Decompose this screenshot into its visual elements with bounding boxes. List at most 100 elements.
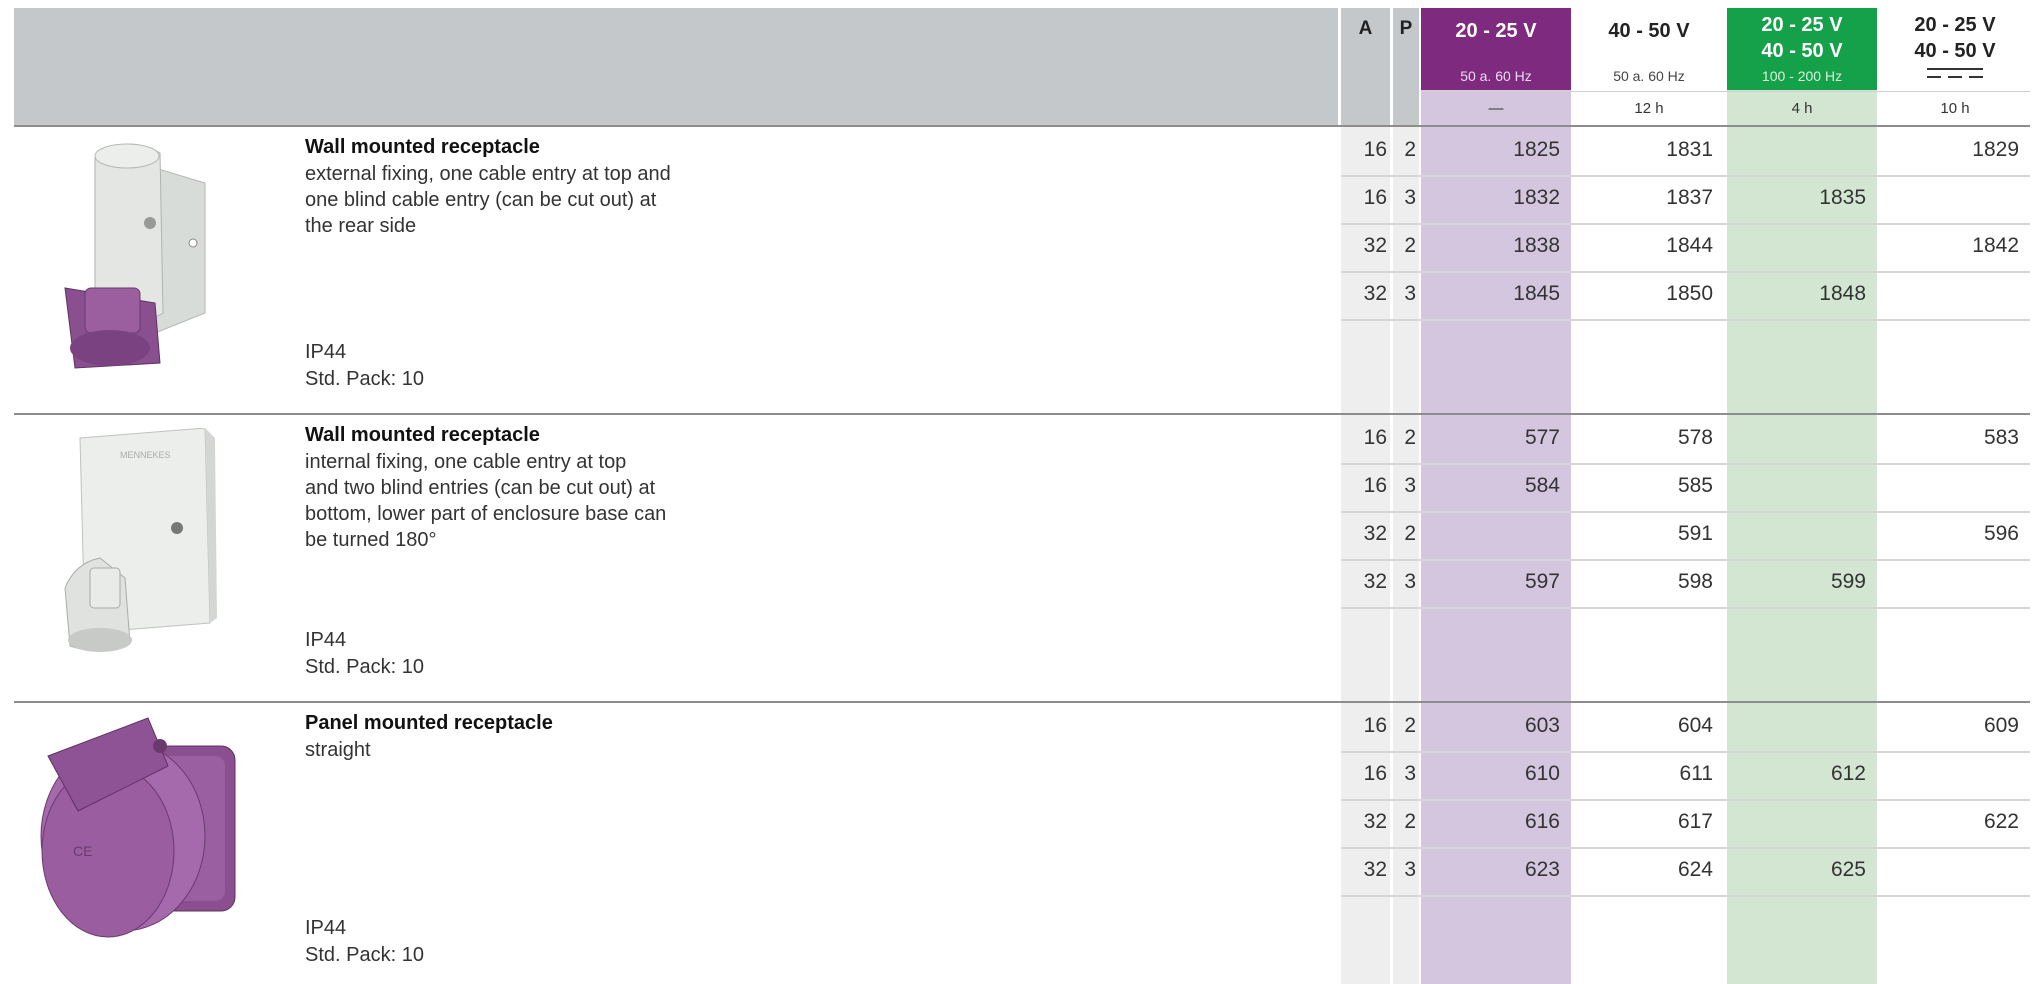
column-header-4: 20 - 25 V 40 - 50 V <box>1880 8 2030 90</box>
cell-p: 3 <box>1404 858 1416 881</box>
cell-value: 1831 <box>1666 138 1713 161</box>
header-divider <box>14 125 2030 127</box>
cell-p: 2 <box>1404 522 1416 545</box>
cell-a: 16 <box>1363 426 1387 449</box>
cell-a: 32 <box>1363 858 1387 881</box>
product-divider <box>14 413 2030 415</box>
cell-value: 1842 <box>1972 234 2019 257</box>
row-divider <box>1341 319 2030 321</box>
cell-p: 3 <box>1404 282 1416 305</box>
cell-value: 598 <box>1677 570 1713 593</box>
cell-a: 16 <box>1363 714 1387 737</box>
column-header-3-voltage-2: 40 - 50 V <box>1761 40 1843 62</box>
cell-value: 624 <box>1677 858 1713 881</box>
column-header-4-voltage-1: 20 - 25 V <box>1914 14 1996 36</box>
description-line: external fixing, one cable entry at top … <box>305 163 671 185</box>
panel-receptacle-icon: CE <box>40 717 236 938</box>
cell-value: 622 <box>1983 810 2019 833</box>
cell-p: 2 <box>1404 810 1416 833</box>
ip-rating: IP44 <box>305 629 347 651</box>
cell-value: 610 <box>1524 762 1560 785</box>
product-footer: IP44 Std. Pack: 10 <box>305 339 424 393</box>
cell-value: 611 <box>1679 762 1713 785</box>
std-pack: Std. Pack: 10 <box>305 368 424 390</box>
cell-value: 1832 <box>1513 186 1560 209</box>
cell-value: 612 <box>1830 762 1866 785</box>
product-title: Wall mounted receptacle <box>305 136 540 158</box>
duration-3: 4 h <box>1791 100 1813 117</box>
cell-p: 2 <box>1404 138 1416 161</box>
cell-value: 596 <box>1983 522 2019 545</box>
table-row: 32 2 591 596 <box>1341 512 2030 560</box>
product-footer: IP44 Std. Pack: 10 <box>305 627 424 681</box>
duration-2: 12 h <box>1634 100 1664 117</box>
description-line: the rear side <box>305 215 417 237</box>
cell-a: 16 <box>1363 138 1387 161</box>
cell-value: 625 <box>1830 858 1866 881</box>
duration-4: 10 h <box>1940 100 1970 117</box>
row-divider <box>1341 895 2030 897</box>
cell-value: 597 <box>1524 570 1560 593</box>
cell-p: 3 <box>1404 762 1416 785</box>
cell-value: 617 <box>1677 810 1713 833</box>
column-header-4-voltage-2: 40 - 50 V <box>1914 40 1996 62</box>
column-header-p: P <box>1399 18 1413 39</box>
cell-a: 32 <box>1363 522 1387 545</box>
cell-value: 1844 <box>1666 234 1713 257</box>
cell-a: 32 <box>1363 810 1387 833</box>
column-header-2-frequency: 50 a. 60 Hz <box>1613 68 1685 84</box>
ip-rating: IP44 <box>305 341 347 363</box>
column-header-3-voltage-1: 20 - 25 V <box>1761 14 1843 36</box>
cell-value: 603 <box>1524 714 1560 737</box>
column-header-1-voltage: 20 - 25 V <box>1455 20 1537 42</box>
std-pack: Std. Pack: 10 <box>305 656 424 678</box>
product-title: Panel mounted receptacle <box>305 712 553 734</box>
std-pack: Std. Pack: 10 <box>305 944 424 966</box>
cell-p: 3 <box>1404 474 1416 497</box>
svg-text:MENNEKES: MENNEKES <box>120 450 171 460</box>
ip-rating: IP44 <box>305 917 347 939</box>
cell-a: 32 <box>1363 282 1387 305</box>
cell-value: 578 <box>1677 426 1713 449</box>
cell-value: 1825 <box>1513 138 1560 161</box>
table-row: 16 3 1832 1837 1835 <box>1341 176 2030 224</box>
table-row: 16 2 603 604 609 <box>1341 704 2030 752</box>
table-row: 16 2 577 578 583 <box>1341 416 2030 464</box>
table-row: 32 3 623 624 625 <box>1341 848 2030 896</box>
product-image: MENNEKES <box>55 427 225 656</box>
cell-value: 604 <box>1677 714 1713 737</box>
column-header-2: 40 - 50 V 50 a. 60 Hz <box>1574 8 1724 90</box>
dc-symbol-icon <box>1927 68 1983 78</box>
cell-a: 16 <box>1363 186 1387 209</box>
product-image <box>55 138 225 372</box>
table-row: 32 2 616 617 622 <box>1341 800 2030 848</box>
description-line: straight <box>305 739 371 761</box>
column-header-1: 20 - 25 V 50 a. 60 Hz <box>1421 8 1571 90</box>
cell-a: 32 <box>1363 234 1387 257</box>
row-divider <box>1341 607 2030 609</box>
cell-value: 616 <box>1524 810 1560 833</box>
table-row: 32 3 1845 1850 1848 <box>1341 272 2030 320</box>
duration-1: — <box>1488 100 1504 117</box>
cell-p: 2 <box>1404 234 1416 257</box>
column-header-a: A <box>1358 18 1373 39</box>
cell-a: 32 <box>1363 570 1387 593</box>
product-image: CE <box>28 716 240 946</box>
cell-value: 577 <box>1524 426 1560 449</box>
cell-value: 584 <box>1524 474 1560 497</box>
cell-value: 609 <box>1983 714 2019 737</box>
product-description: external fixing, one cable entry at top … <box>305 161 725 239</box>
cell-value: 1848 <box>1819 282 1866 305</box>
wall-receptacle-external-icon <box>64 143 206 369</box>
column-header-3-frequency: 100 - 200 Hz <box>1761 68 1843 84</box>
column-header-3: 20 - 25 V 40 - 50 V 100 - 200 Hz <box>1727 8 1877 90</box>
table-row: 32 3 597 598 599 <box>1341 560 2030 608</box>
description-line: internal fixing, one cable entry at top <box>305 451 627 473</box>
cell-a: 16 <box>1363 762 1387 785</box>
cell-a: 16 <box>1363 474 1387 497</box>
cell-p: 3 <box>1404 186 1416 209</box>
cell-value: 1829 <box>1972 138 2019 161</box>
cell-value: 599 <box>1830 570 1866 593</box>
cell-value: 583 <box>1983 426 2019 449</box>
cell-p: 2 <box>1404 714 1416 737</box>
